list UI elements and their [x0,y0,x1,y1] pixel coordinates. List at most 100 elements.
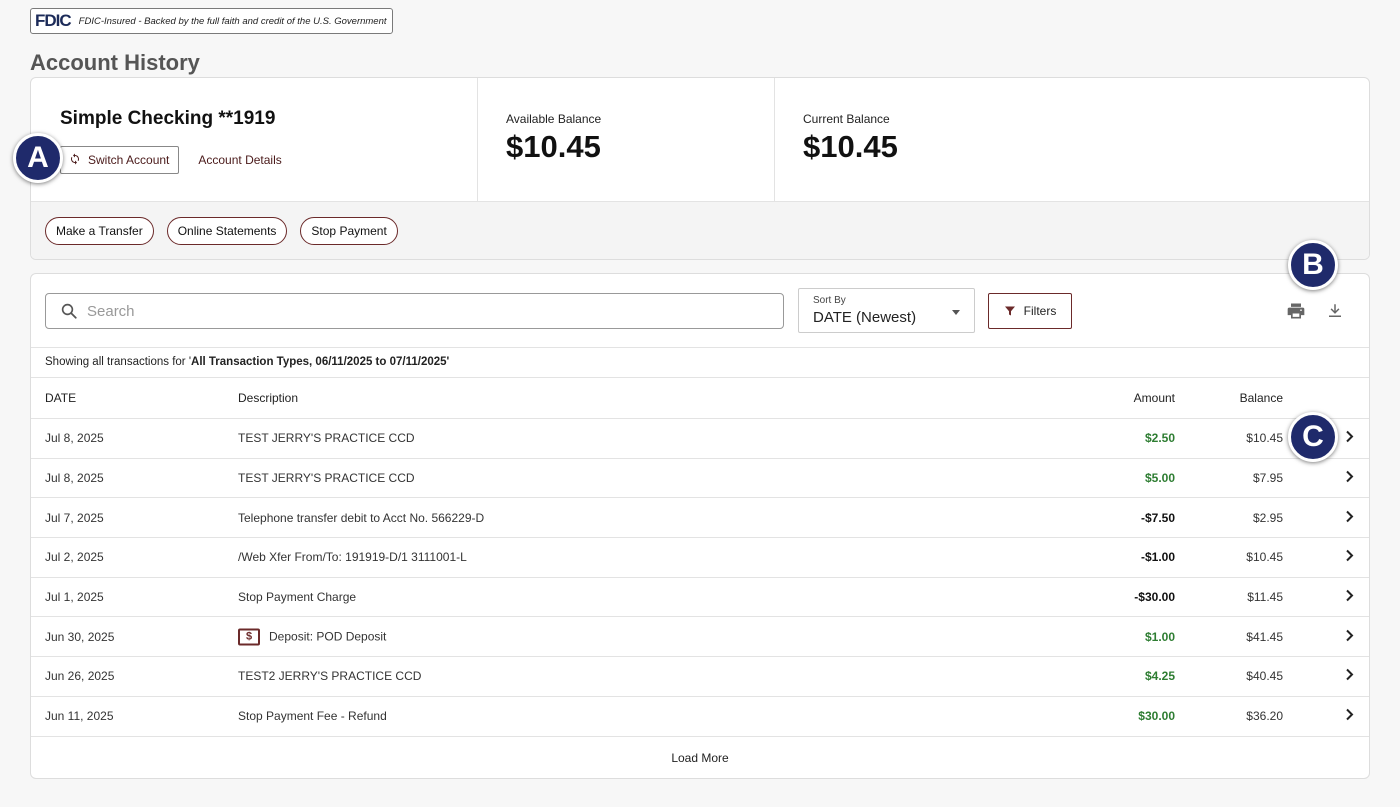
available-balance-value: $10.45 [506,129,601,164]
switch-account-button[interactable]: Switch Account [60,146,180,174]
row-date: Jun 11, 2025 [45,709,114,724]
table-row[interactable]: Jul 7, 2025 Telephone transfer debit to A… [31,498,1369,539]
load-more-button[interactable]: Load More [31,737,1369,779]
row-description-text: Telephone transfer debit to Acct No. 566… [238,510,485,525]
sort-by-label: Sort By [813,295,846,306]
row-date: Jul 8, 2025 [45,471,104,486]
row-balance: $41.45 [1246,629,1283,644]
account-name: Simple Checking **1919 [60,108,276,129]
row-balance: $36.20 [1246,709,1283,724]
row-balance: $11.45 [1247,590,1283,605]
header-date: DATE [45,391,77,405]
filters-label: Filters [1023,304,1057,318]
account-summary: Simple Checking **1919 Switch Account Ac… [30,77,1370,260]
table-row[interactable]: Jun 26, 2025 TEST2 JERRY'S PRACTICE CCD $4… [31,657,1369,697]
row-description: Stop Payment Fee - Refund [238,709,387,723]
filter-summary-prefix: Showing all transactions for ' [45,356,192,368]
print-icon[interactable] [1286,301,1306,326]
switch-account-label: Switch Account [88,153,170,167]
table-row[interactable]: Jun 11, 2025 Stop Payment Fee - Refund $30… [31,697,1369,737]
refresh-icon [69,152,81,168]
row-date: Jun 30, 2025 [45,629,115,644]
transactions-toolbar: Sort By DATE (Newest) Filters [31,274,1369,348]
fdic-logo: FDIC [35,11,72,30]
account-actions-bar: Make a Transfer Online Statements Stop P… [31,202,1369,259]
row-description: $ Deposit: POD Deposit [238,628,387,646]
search-icon [61,303,77,319]
table-row[interactable]: Jul 8, 2025 TEST JERRY'S PRACTICE CCD $2.5… [31,419,1369,459]
page-title: Account History [30,50,200,75]
available-balance-label: Available Balance [506,112,602,126]
row-description: Stop Payment Charge [238,590,356,604]
filter-summary-criteria: All Transaction Types, 06/11/2025 to 07/… [191,356,447,368]
row-description-text: Stop Payment Fee - Refund [238,709,387,724]
table-header: DATE Description Amount Balance [31,378,1369,419]
row-date: Jul 8, 2025 [45,431,104,446]
available-balance-panel: Available Balance $10.45 [478,78,775,201]
row-balance: $10.45 [1246,550,1283,565]
make-transfer-button[interactable]: Make a Transfer [45,217,154,245]
row-date: Jul 2, 2025 [45,550,104,565]
row-description-text: Deposit: POD Deposit [269,629,387,644]
header-balance: Balance [1239,391,1283,405]
row-description-text: TEST2 JERRY'S PRACTICE CCD [238,669,422,684]
row-balance: $7.95 [1252,471,1283,486]
row-amount: $5.00 [1144,471,1175,486]
account-details-link[interactable]: Account Details [198,153,281,167]
row-description-text: TEST JERRY'S PRACTICE CCD [238,431,415,446]
caret-down-icon [952,310,960,315]
row-description-text: Stop Payment Charge [238,590,357,605]
callout-marker-a: A [13,133,63,183]
row-balance: $40.45 [1246,669,1283,684]
table-row[interactable]: Jul 1, 2025 Stop Payment Charge -$30.00 $11… [31,578,1369,618]
row-description: TEST JERRY'S PRACTICE CCD [238,471,415,485]
chevron-right-icon[interactable] [1345,589,1355,605]
download-icon[interactable] [1326,301,1344,326]
table-row[interactable]: Jul 2, 2025/Web Xfer From/To: 191919-D/1… [31,538,1369,578]
row-date: Jul 7, 2025 [45,510,104,525]
sort-by-select[interactable]: Sort By DATE (Newest) [798,288,975,333]
row-description-text: /Web Xfer From/To: 191919-D/1 3111001-L [238,550,467,565]
filter-summary-suffix: ' [446,356,450,368]
deposit-icon: $ [238,628,260,646]
callout-marker-c: C [1288,412,1338,462]
filters-button[interactable]: Filters [988,293,1072,329]
search-box[interactable] [45,293,784,329]
chevron-right-icon[interactable] [1345,669,1355,684]
chevron-right-icon[interactable] [1345,510,1355,525]
row-description: TEST2 JERRY'S PRACTICE CCD [238,669,421,683]
table-row[interactable]: Jul 8, 2025 TEST JERRY'S PRACTICE CCD $5.0… [31,459,1369,499]
table-row[interactable]: Jun 30, 2025 $ Deposit: POD Deposit $1.00 $4… [31,617,1369,658]
chevron-right-icon[interactable] [1345,708,1355,724]
row-amount: -$1.00 [1140,550,1175,565]
transactions-list: Jul 8, 2025 TEST JERRY'S PRACTICE CCD $2.5… [31,419,1369,737]
chevron-right-icon[interactable] [1345,629,1355,644]
row-amount: -$7.50 [1140,510,1175,525]
current-balance-panel: Current Balance $10.45 [775,78,1072,201]
chevron-right-icon[interactable] [1345,550,1355,565]
search-input[interactable] [87,302,783,320]
row-balance: $2.95 [1252,510,1283,525]
transactions-panel: Sort By DATE (Newest) Filters Showing al… [30,273,1370,779]
account-info: Simple Checking **1919 Switch Account Ac… [31,78,478,201]
row-date: Jul 1, 2025 [45,590,104,605]
row-amount: $4.25 [1144,669,1175,684]
row-balance: $10.45 [1246,431,1283,446]
fdic-banner: FDIC FDIC-Insured - Backed by the full f… [30,8,393,34]
filter-summary: Showing all transactions for 'All Transa… [31,348,1369,378]
row-amount: -$30.00 [1134,590,1175,605]
callout-marker-b: B [1288,240,1338,290]
online-statements-button[interactable]: Online Statements [166,217,288,245]
stop-payment-button[interactable]: Stop Payment [300,217,398,245]
row-description: /Web Xfer From/To: 191919-D/1 3111001-L [238,550,467,564]
row-date: Jun 26, 2025 [45,669,115,684]
header-amount: Amount [1133,391,1175,405]
chevron-right-icon[interactable] [1345,470,1355,486]
current-balance-label: Current Balance [803,112,890,126]
filter-icon [1004,306,1015,316]
row-amount: $30.00 [1138,709,1175,724]
row-description-text: TEST JERRY'S PRACTICE CCD [238,471,415,486]
header-description: Description [238,391,299,405]
chevron-right-icon[interactable] [1345,431,1355,446]
fdic-text: FDIC-Insured - Backed by the full faith … [78,15,387,27]
